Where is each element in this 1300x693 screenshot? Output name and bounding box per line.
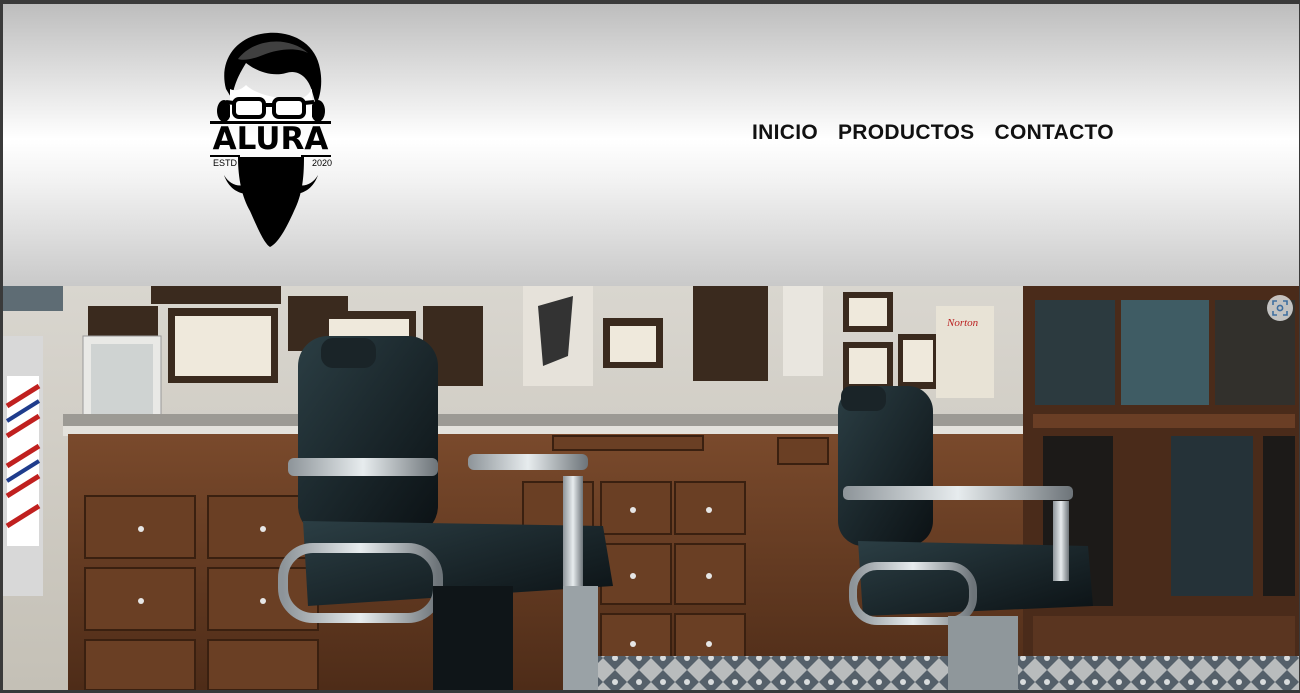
- brand-logo[interactable]: ALURA ESTD 2020: [208, 29, 333, 249]
- main-nav: INICIO PRODUCTOS CONTACTO: [752, 121, 1134, 145]
- nav-link-inicio[interactable]: INICIO: [752, 121, 818, 145]
- brand-year: 2020: [312, 158, 333, 168]
- site-header: ALURA ESTD 2020 INICIO PRODUCTOS CONTACT…: [3, 4, 1299, 286]
- nav-link-contacto[interactable]: CONTACTO: [994, 121, 1113, 145]
- poster-sign-text: Norton: [946, 317, 979, 329]
- hero-section: Norton: [3, 286, 1299, 690]
- brand-est-label: ESTD: [213, 158, 238, 168]
- barbershop-interior-image: Norton: [3, 286, 1299, 690]
- nav-link-productos[interactable]: PRODUCTOS: [838, 121, 975, 145]
- visual-search-button[interactable]: [1267, 295, 1293, 321]
- page: ALURA ESTD 2020 INICIO PRODUCTOS CONTACT…: [3, 4, 1299, 690]
- brand-name: ALURA: [212, 121, 329, 157]
- visual-search-icon: [1272, 300, 1288, 316]
